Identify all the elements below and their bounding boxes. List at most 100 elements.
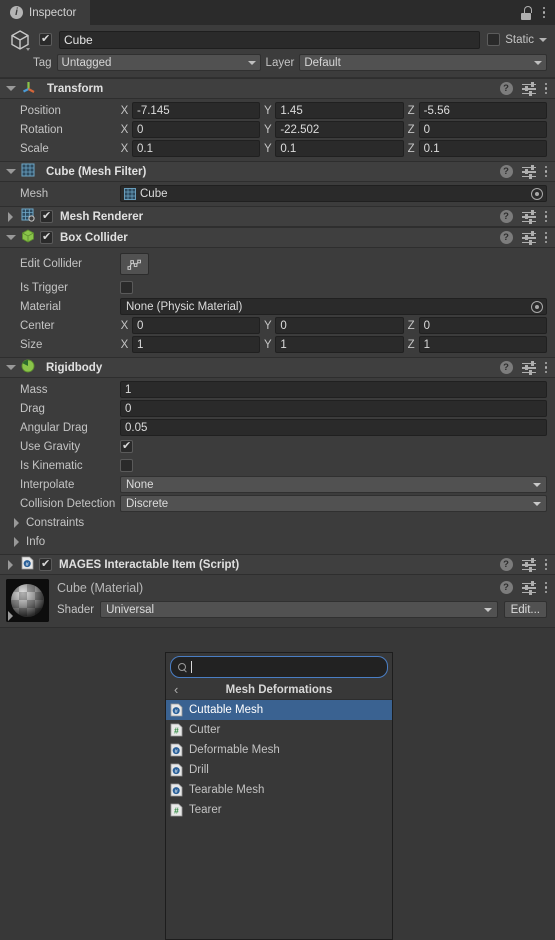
row-label: Rotation bbox=[20, 123, 63, 136]
kebab-menu-icon[interactable] bbox=[544, 361, 547, 374]
preset-icon[interactable] bbox=[521, 581, 536, 595]
kebab-menu-icon[interactable] bbox=[544, 581, 547, 594]
row-label: Mass bbox=[20, 383, 48, 396]
rotation-x-input[interactable]: 0 bbox=[132, 121, 261, 138]
is-kinematic-checkbox[interactable] bbox=[120, 459, 133, 472]
interpolate-dropdown[interactable]: None bbox=[120, 476, 547, 493]
tab-inspector[interactable]: i Inspector bbox=[0, 0, 91, 25]
popup-header[interactable]: ‹ Mesh Deformations bbox=[166, 680, 392, 700]
kebab-menu-icon[interactable] bbox=[544, 558, 547, 571]
center-z-input[interactable]: 0 bbox=[418, 317, 547, 334]
lock-open-icon[interactable] bbox=[520, 5, 533, 20]
row-label: Use Gravity bbox=[20, 440, 81, 453]
gameobject-enabled-checkbox[interactable] bbox=[39, 32, 52, 46]
foldout-icon[interactable] bbox=[6, 363, 16, 373]
scale-y-input[interactable]: 0.1 bbox=[275, 140, 404, 157]
preset-icon[interactable] bbox=[521, 165, 536, 179]
popup-item-drill[interactable]: # Drill bbox=[166, 760, 392, 780]
rotation-y-input[interactable]: -22.502 bbox=[275, 121, 404, 138]
foldout-icon[interactable] bbox=[6, 84, 16, 94]
chevron-left-icon[interactable]: ‹ bbox=[174, 682, 178, 697]
kebab-menu-icon[interactable] bbox=[544, 231, 547, 244]
angular-drag-input[interactable]: 0.05 bbox=[120, 419, 547, 436]
help-icon[interactable]: ? bbox=[499, 361, 513, 374]
kebab-menu-icon[interactable] bbox=[544, 165, 547, 178]
box-collider-enabled-checkbox[interactable] bbox=[40, 230, 53, 244]
object-picker-icon[interactable] bbox=[531, 300, 543, 313]
component-header-mesh-filter[interactable]: Cube (Mesh Filter) ? bbox=[0, 161, 555, 182]
tag-dropdown[interactable]: Untagged bbox=[56, 54, 261, 71]
layer-dropdown[interactable]: Default bbox=[299, 54, 547, 71]
popup-item-deformable-mesh[interactable]: # Deformable Mesh bbox=[166, 740, 392, 760]
gameobject-name-input[interactable]: Cube bbox=[59, 30, 481, 49]
foldout-icon[interactable] bbox=[6, 233, 16, 243]
component-header-mages-interactable-item[interactable]: # MAGES Interactable Item (Script) ? bbox=[0, 554, 555, 575]
component-search-field[interactable] bbox=[170, 656, 388, 678]
foldout-icon[interactable] bbox=[12, 536, 22, 547]
edit-collider-button[interactable] bbox=[120, 253, 149, 275]
help-icon[interactable]: ? bbox=[499, 210, 513, 223]
component-actions: ? bbox=[499, 361, 547, 375]
svg-text:#: # bbox=[174, 726, 179, 736]
component-header-box-collider[interactable]: Box Collider ? bbox=[0, 227, 555, 248]
collision-detection-dropdown[interactable]: Discrete bbox=[120, 495, 547, 512]
help-icon[interactable]: ? bbox=[499, 82, 513, 95]
help-icon[interactable]: ? bbox=[499, 231, 513, 244]
help-icon[interactable]: ? bbox=[499, 581, 513, 594]
axis-z-label: Z bbox=[407, 319, 415, 332]
axis-y-label: Y bbox=[263, 123, 272, 136]
center-y-input[interactable]: 0 bbox=[275, 317, 404, 334]
position-z-input[interactable]: -5.56 bbox=[418, 102, 547, 119]
foldout-icon[interactable] bbox=[6, 211, 16, 222]
size-x-input[interactable]: 1 bbox=[132, 336, 261, 353]
row-info[interactable]: Info bbox=[8, 532, 547, 551]
row-constraints[interactable]: Constraints bbox=[8, 513, 547, 532]
size-z-input[interactable]: 1 bbox=[418, 336, 547, 353]
row-use-gravity: Use Gravity bbox=[8, 437, 547, 456]
chevron-down-icon[interactable] bbox=[539, 37, 547, 42]
foldout-icon[interactable] bbox=[12, 517, 22, 528]
object-picker-icon[interactable] bbox=[531, 187, 543, 200]
kebab-menu-icon[interactable] bbox=[542, 6, 545, 19]
preset-icon[interactable] bbox=[521, 210, 536, 224]
scale-x-input[interactable]: 0.1 bbox=[132, 140, 261, 157]
kebab-menu-icon[interactable] bbox=[544, 82, 547, 95]
size-y-input[interactable]: 1 bbox=[275, 336, 404, 353]
is-trigger-checkbox[interactable] bbox=[120, 281, 133, 294]
help-icon[interactable]: ? bbox=[499, 558, 513, 571]
help-icon[interactable]: ? bbox=[499, 165, 513, 178]
csharp-script-icon: # bbox=[170, 783, 183, 797]
preset-icon[interactable] bbox=[521, 231, 536, 245]
popup-item-cuttable-mesh[interactable]: # Cuttable Mesh bbox=[166, 700, 392, 720]
drag-input[interactable]: 0 bbox=[120, 400, 547, 417]
center-x-input[interactable]: 0 bbox=[132, 317, 261, 334]
component-header-transform[interactable]: Transform ? bbox=[0, 78, 555, 99]
preset-icon[interactable] bbox=[521, 558, 536, 572]
use-gravity-checkbox[interactable] bbox=[120, 439, 133, 453]
row-label: Interpolate bbox=[20, 478, 75, 491]
mages-enabled-checkbox[interactable] bbox=[39, 557, 52, 571]
position-x-input[interactable]: -7.145 bbox=[132, 102, 261, 119]
static-checkbox[interactable] bbox=[487, 33, 501, 46]
row-label: Position bbox=[20, 104, 61, 117]
kebab-menu-icon[interactable] bbox=[544, 210, 547, 223]
preset-icon[interactable] bbox=[521, 82, 536, 96]
popup-item-tearable-mesh[interactable]: # Tearable Mesh bbox=[166, 780, 392, 800]
row-label: Collision Detection bbox=[20, 497, 116, 510]
mesh-renderer-enabled-checkbox[interactable] bbox=[40, 209, 53, 223]
component-header-rigidbody[interactable]: Rigidbody ? bbox=[0, 357, 555, 378]
popup-item-tearer[interactable]: # Tearer bbox=[166, 800, 392, 820]
rotation-z-input[interactable]: 0 bbox=[418, 121, 547, 138]
edit-shader-button[interactable]: Edit... bbox=[503, 601, 547, 618]
component-header-mesh-renderer[interactable]: Mesh Renderer ? bbox=[0, 206, 555, 227]
physic-material-object-field[interactable]: None (Physic Material) bbox=[120, 298, 547, 315]
mass-input[interactable]: 1 bbox=[120, 381, 547, 398]
popup-item-cutter[interactable]: # Cutter bbox=[166, 720, 392, 740]
foldout-icon[interactable] bbox=[6, 167, 16, 177]
mesh-object-field[interactable]: Cube bbox=[120, 185, 547, 202]
shader-dropdown[interactable]: Universal bbox=[100, 601, 498, 618]
position-y-input[interactable]: 1.45 bbox=[275, 102, 404, 119]
scale-z-input[interactable]: 0.1 bbox=[418, 140, 547, 157]
foldout-icon[interactable] bbox=[6, 559, 16, 570]
preset-icon[interactable] bbox=[521, 361, 536, 375]
